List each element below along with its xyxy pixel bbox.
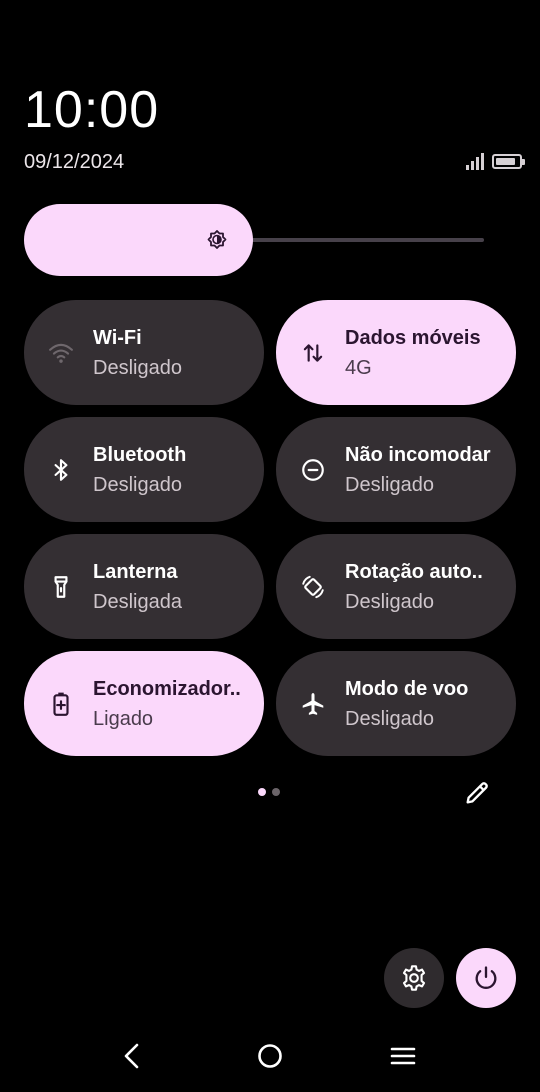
tile-title: Lanterna bbox=[93, 561, 178, 583]
tile-title: Wi-Fi bbox=[93, 327, 142, 349]
tile-battery-saver[interactable]: Economizador.. Ligado bbox=[24, 651, 264, 756]
page-dot bbox=[272, 788, 280, 796]
brightness-icon bbox=[207, 230, 227, 249]
page-indicator bbox=[258, 788, 280, 796]
tile-status: Desligado bbox=[345, 474, 434, 496]
tile-status: Desligado bbox=[345, 591, 434, 613]
back-icon bbox=[124, 1043, 139, 1069]
settings-button[interactable] bbox=[384, 948, 444, 1008]
tile-title: Bluetooth bbox=[93, 444, 187, 466]
wifi-icon bbox=[49, 343, 73, 363]
navigation-bar bbox=[0, 1024, 540, 1088]
tile-do-not-disturb[interactable]: Não incomodar Desligado bbox=[276, 417, 516, 522]
battery-icon bbox=[492, 153, 525, 169]
tile-status: Desligado bbox=[345, 708, 434, 730]
back-button[interactable] bbox=[116, 1040, 148, 1072]
tile-title: Economizador.. bbox=[93, 678, 241, 700]
tile-status: 4G bbox=[345, 357, 372, 379]
menu-icon bbox=[390, 1047, 416, 1065]
power-icon bbox=[475, 966, 497, 989]
tile-flashlight[interactable]: Lanterna Desligada bbox=[24, 534, 264, 639]
tile-bluetooth[interactable]: Bluetooth Desligado bbox=[24, 417, 264, 522]
tile-mobile-data[interactable]: Dados móveis 4G bbox=[276, 300, 516, 405]
tile-title: Rotação auto.. bbox=[345, 561, 483, 583]
tile-airplane-mode[interactable]: Modo de voo Desligado bbox=[276, 651, 516, 756]
home-button[interactable] bbox=[254, 1040, 286, 1072]
mobile-data-icon bbox=[303, 344, 323, 362]
home-icon bbox=[258, 1044, 282, 1068]
tile-status: Desligado bbox=[93, 474, 182, 496]
brightness-slider[interactable] bbox=[24, 204, 492, 276]
menu-button[interactable] bbox=[387, 1040, 419, 1072]
tile-title: Modo de voo bbox=[345, 678, 469, 700]
quick-settings-panel: 10:00 09/12/2024 Wi-Fi Desligado Dados m… bbox=[0, 0, 540, 852]
tile-title: Dados móveis bbox=[345, 327, 481, 349]
do-not-disturb-icon bbox=[302, 459, 324, 481]
gear-icon bbox=[402, 965, 426, 991]
tile-title: Não incomodar bbox=[345, 444, 491, 466]
tile-wifi[interactable]: Wi-Fi Desligado bbox=[24, 300, 264, 405]
tile-status: Desligado bbox=[93, 357, 182, 379]
tile-status: Ligado bbox=[93, 708, 154, 730]
date: 09/12/2024 bbox=[24, 151, 125, 173]
power-button[interactable] bbox=[456, 948, 516, 1008]
tile-auto-rotate[interactable]: Rotação auto.. Desligado bbox=[276, 534, 516, 639]
bluetooth-icon bbox=[54, 459, 68, 481]
signal-icon bbox=[466, 152, 484, 170]
battery-saver-icon bbox=[53, 692, 69, 716]
pencil-icon[interactable] bbox=[463, 779, 491, 807]
airplane-icon bbox=[302, 693, 324, 715]
flashlight-icon bbox=[54, 576, 68, 598]
tile-status: Desligada bbox=[93, 591, 182, 613]
auto-rotate-icon bbox=[302, 575, 324, 599]
page-dot-active bbox=[258, 788, 266, 796]
status-icons bbox=[466, 152, 525, 170]
clock: 10:00 bbox=[24, 81, 160, 139]
